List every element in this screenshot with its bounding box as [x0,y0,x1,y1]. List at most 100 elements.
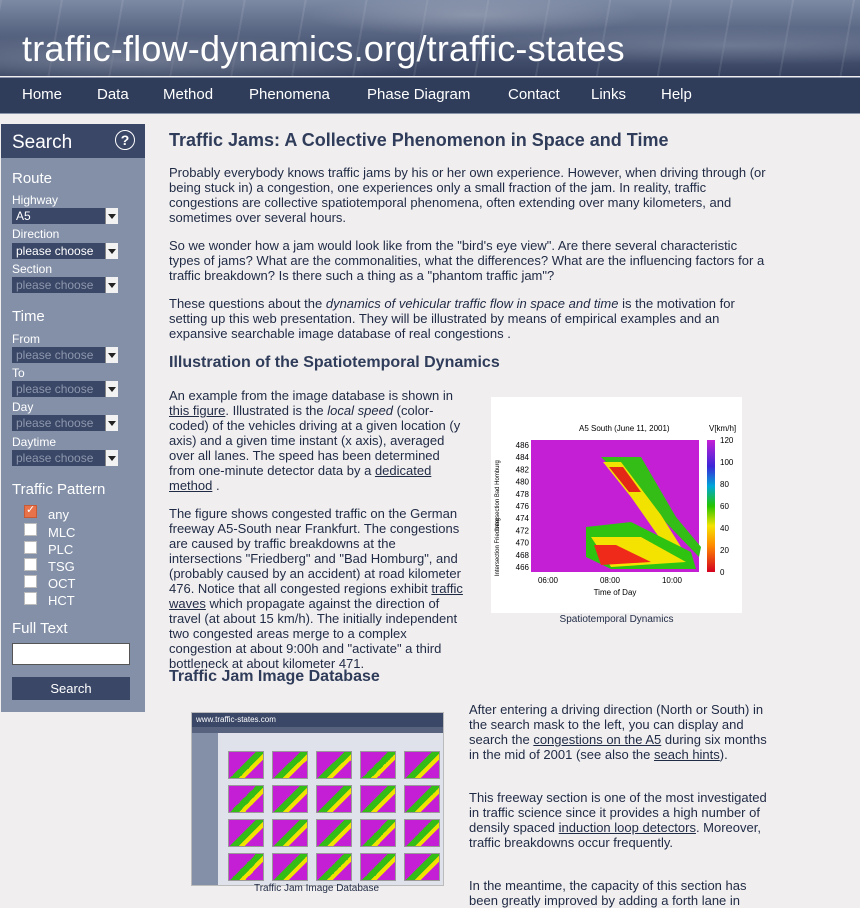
induction-loop-link[interactable]: induction loop detectors [559,820,696,835]
spatiotemporal-figure[interactable]: A5 South (June 11, 2001) V[km/h] 486 484 482… [491,397,742,613]
questions-paragraph: So we wonder how a jam would look like f… [169,238,765,283]
speed-heatmap-chart: A5 South (June 11, 2001) V[km/h] 486 484 482… [495,424,736,597]
y-tick-label: 468 [516,551,530,560]
colorbar [707,440,715,572]
search-button[interactable]: Search [12,677,130,700]
direction-select[interactable]: please choose [12,243,118,259]
thumbnail-image[interactable] [228,785,264,813]
section-value: please choose [16,278,94,292]
from-value: please choose [16,348,94,362]
thumbnail-image[interactable] [272,785,308,813]
thumbnail-image[interactable] [316,819,352,847]
x-axis-label: Time of Day [594,588,637,597]
checkbox-tsg[interactable] [24,558,37,571]
thumbnail-image[interactable] [272,819,308,847]
thumbnail-image[interactable] [360,785,396,813]
colorbar-tick-label: 100 [720,458,734,467]
shot-sidebar [192,733,218,885]
thumbnail-image[interactable] [228,819,264,847]
colorbar-tick-label: 0 [720,568,725,577]
day-select[interactable]: please choose [12,415,118,431]
page-title: Traffic Jams: A Collective Phenomenon in… [169,130,669,150]
intro-paragraph: Probably everybody knows traffic jams by… [169,165,766,225]
text-span: The figure shows congested traffic on th… [169,506,461,596]
congestions-a5-link[interactable]: congestions on the A5 [533,732,661,747]
x-tick-label: 08:00 [600,576,621,585]
thumbnail-image[interactable] [360,853,396,881]
thumbnail-image[interactable] [272,853,308,881]
image-database-screenshot[interactable]: www.traffic-states.com [191,712,444,886]
section-select[interactable]: please choose [12,277,118,293]
chevron-down-icon [105,381,118,397]
shot-header: www.traffic-states.com [192,713,443,727]
nav-data[interactable]: Data [97,86,129,103]
checkbox-any[interactable] [24,503,37,518]
thumbnail-image[interactable] [360,751,396,779]
thumbnail-image[interactable] [404,751,440,779]
figure-description: An example from the image database is sh… [169,388,469,493]
chevron-down-icon [105,243,118,259]
search-sidebar: Search ? Route Highway A5 Direction plea… [1,124,145,712]
y-tick-label: 476 [516,502,530,511]
thumbnail-image[interactable] [316,785,352,813]
y-tick-label: 472 [516,526,530,535]
checkbox-label: PLC [48,542,74,557]
checkbox-mlc[interactable] [24,523,37,536]
search-header: Search ? [1,124,145,158]
daytime-value: please choose [16,451,94,465]
checkbox-plc[interactable] [24,541,37,554]
thumbnail-image[interactable] [228,751,264,779]
fulltext-heading: Full Text [12,620,68,637]
shot-nav [192,727,443,733]
text-span: . [212,478,220,493]
y-tick-label: 480 [516,478,530,487]
help-icon[interactable]: ? [115,130,135,150]
fulltext-input[interactable] [12,643,130,665]
freeway-paragraph: This freeway section is one of the most … [469,790,769,850]
thumbnail-image[interactable] [404,785,440,813]
thumbnail-image[interactable] [404,853,440,881]
nav-phase-diagram[interactable]: Phase Diagram [367,86,470,103]
nav-help[interactable]: Help [661,86,692,103]
daytime-select[interactable]: please choose [12,450,118,466]
chevron-down-icon [105,208,118,224]
thumbnail-image[interactable] [404,819,440,847]
checkbox-oct[interactable] [24,575,37,588]
highway-label: Highway [12,193,59,207]
nav-links[interactable]: Links [591,86,626,103]
checkbox-hct[interactable] [24,592,37,605]
search-hints-link[interactable]: seach hints [654,747,720,762]
highway-value: A5 [16,209,31,223]
chevron-down-icon [105,415,118,431]
pattern-heading: Traffic Pattern [12,481,106,498]
day-value: please choose [16,416,94,430]
from-select[interactable]: please choose [12,347,118,363]
thumbnail-image[interactable] [360,819,396,847]
colorbar-label: V[km/h] [709,424,736,433]
checkbox-label: MLC [48,525,76,540]
site-title[interactable]: traffic-flow-dynamics.org/traffic-states [22,28,625,70]
colorbar-tick-label: 40 [720,524,729,533]
chart-title: A5 South (June 11, 2001) [579,424,670,433]
thumbnail-image[interactable] [228,853,264,881]
thumbnail-image[interactable] [272,751,308,779]
y-tick-label: 478 [516,490,530,499]
thumbnail-image[interactable] [316,853,352,881]
route-heading: Route [12,170,53,187]
capacity-paragraph: In the meantime, the capacity of this se… [469,878,747,908]
this-figure-link[interactable]: this figure [169,403,225,418]
y-tick-label: 486 [516,441,530,450]
motivation-paragraph: These questions about the dynamics of ve… [169,296,769,341]
checkbox-label: HCT [48,593,75,608]
site-banner: traffic-flow-dynamics.org/traffic-states [0,0,860,76]
thumbnail-image[interactable] [316,751,352,779]
nav-home[interactable]: Home [22,86,62,103]
nav-contact[interactable]: Contact [508,86,560,103]
to-select[interactable]: please choose [12,381,118,397]
screenshot-caption: Traffic Jam Image Database [253,883,380,894]
daytime-label: Daytime [12,435,57,449]
nav-method[interactable]: Method [163,86,213,103]
y-tick-label: 470 [516,539,530,548]
highway-select[interactable]: A5 [12,208,118,224]
nav-phenomena[interactable]: Phenomena [249,86,330,103]
